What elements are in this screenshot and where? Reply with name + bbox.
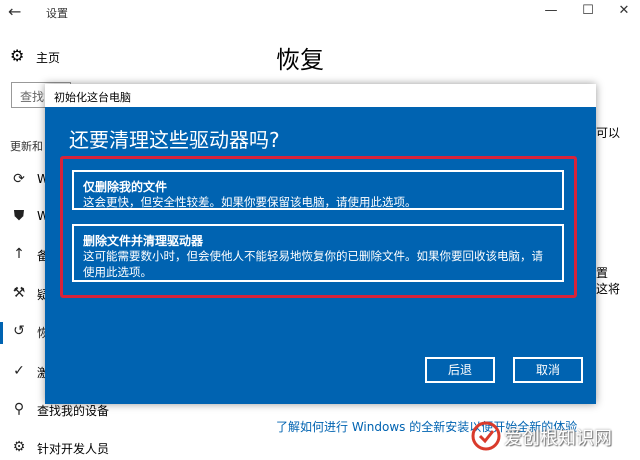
sidebar-item-label: 针对开发人员 <box>37 442 110 456</box>
sidebar-item-developers[interactable]: ⚙ 针对开发人员 <box>10 438 170 460</box>
refresh-icon: ⟳ <box>13 171 25 187</box>
title-bar: ← 设置 — ☐ ✕ <box>0 0 640 24</box>
gear-icon: ⚙ <box>10 46 25 65</box>
developer-icon: ⚙ <box>12 439 26 455</box>
wrench-icon: ⚒ <box>12 285 26 301</box>
background-text-fragment: 这将 <box>596 282 621 296</box>
upload-icon: ↑ <box>13 246 25 262</box>
find-device-icon: ⚲ <box>13 401 25 417</box>
reset-pc-dialog: 初始化这台电脑 还要清理这些驱动器吗? 仅删除我的文件 这会更快，但安全性较差。… <box>45 84 596 404</box>
maximize-icon[interactable]: ☐ <box>578 3 598 18</box>
option-title: 删除文件并清理驱动器 <box>83 234 204 248</box>
search-placeholder: 查找 <box>20 90 45 104</box>
watermark: 爱创根知识网 <box>470 418 640 454</box>
shield-icon: ⛊ <box>13 208 25 224</box>
option-remove-and-clean-drive[interactable]: 删除文件并清理驱动器 这可能需要数小时，但会使他人不能轻易地恢复你的已删除文件。… <box>72 224 564 282</box>
activation-icon: ✓ <box>13 363 25 379</box>
home-label: 主页 <box>36 51 61 65</box>
recovery-icon: ↺ <box>13 323 25 339</box>
background-text-fragment: 可以 <box>596 126 621 140</box>
back-arrow-icon[interactable]: ← <box>8 2 21 21</box>
option-description: 这可能需要数小时，但会使他人不能轻易地恢复你的已删除文件。如果你要回收该电脑，请… <box>83 249 543 279</box>
cancel-button[interactable]: 取消 <box>513 357 583 383</box>
page-title: 恢复 <box>276 46 324 74</box>
dialog-title: 初始化这台电脑 <box>54 91 131 104</box>
dialog-title-bar: 初始化这台电脑 <box>45 84 596 107</box>
active-indicator <box>0 322 3 344</box>
option-title: 仅删除我的文件 <box>83 180 168 194</box>
option-remove-files-only[interactable]: 仅删除我的文件 这会更快，但安全性较差。如果你要保留该电脑，请使用此选项。 <box>72 170 564 210</box>
minimize-icon[interactable]: — <box>541 3 561 18</box>
sidebar-item-label: 查找我的设备 <box>37 404 110 418</box>
close-icon[interactable]: ✕ <box>614 3 634 18</box>
watermark-text: 爱创根知识网 <box>504 428 612 449</box>
back-button[interactable]: 后退 <box>425 357 495 383</box>
dialog-question: 还要清理这些驱动器吗? <box>69 128 280 152</box>
section-header: 更新和 <box>10 140 43 153</box>
window-title: 设置 <box>46 7 68 20</box>
watermark-logo-icon <box>471 421 501 451</box>
option-description: 这会更快，但安全性较差。如果你要保留该电脑，请使用此选项。 <box>83 195 417 209</box>
background-text-fragment: 置 <box>596 266 609 280</box>
